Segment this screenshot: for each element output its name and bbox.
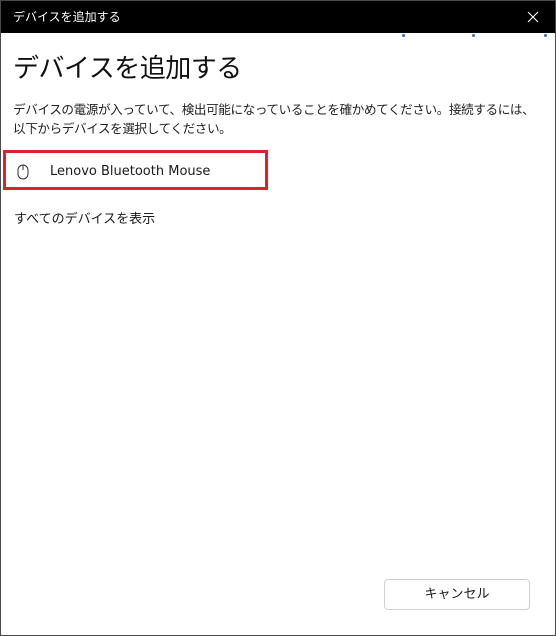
progress-dot xyxy=(402,34,405,37)
window-title: デバイスを追加する xyxy=(13,10,121,24)
close-icon xyxy=(527,11,539,23)
decorative-progress-dots xyxy=(1,33,555,39)
cancel-button[interactable]: キャンセル xyxy=(384,579,530,610)
device-list-item[interactable]: Lenovo Bluetooth Mouse xyxy=(3,150,268,190)
mouse-icon xyxy=(17,164,29,180)
progress-dot xyxy=(472,34,475,37)
show-all-devices-link[interactable]: すべてのデバイスを表示 xyxy=(14,211,155,229)
title-bar[interactable]: デバイスを追加する xyxy=(1,1,555,33)
add-device-dialog: デバイスを追加する デバイスを追加する デバイスの電源が入っていて、検出可能にな… xyxy=(0,0,556,636)
progress-dot xyxy=(544,34,547,37)
page-title: デバイスを追加する xyxy=(13,54,242,84)
instructions-text: デバイスの電源が入っていて、検出可能になっていることを確かめてください。接続する… xyxy=(13,102,535,136)
close-button[interactable] xyxy=(519,5,547,29)
device-name: Lenovo Bluetooth Mouse xyxy=(50,164,211,179)
